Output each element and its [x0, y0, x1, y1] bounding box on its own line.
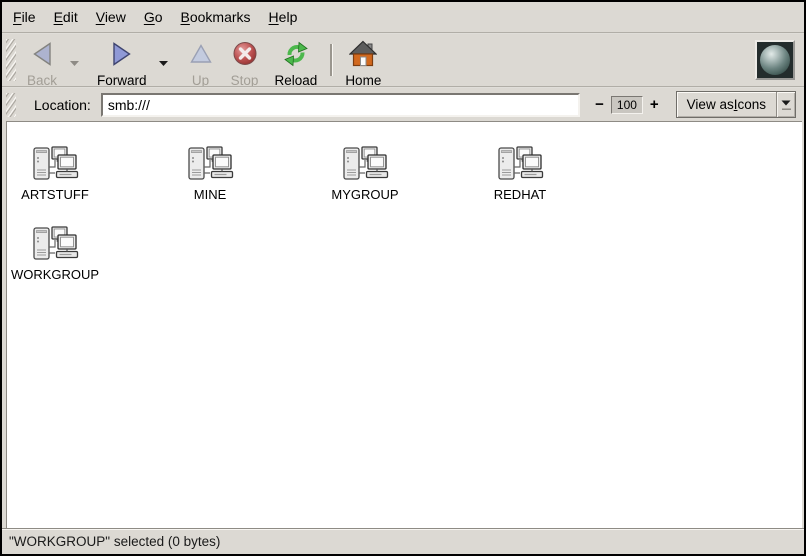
status-text: "WORKGROUP" selected (0 bytes) — [9, 534, 220, 549]
item-label: ARTSTUFF — [21, 187, 89, 202]
file-manager-window: File Edit View Go Bookmarks Help Back Fo… — [0, 0, 806, 556]
network-workgroup-icon — [31, 226, 79, 265]
globe-sphere-icon — [760, 45, 790, 75]
stop-button[interactable]: Stop — [223, 36, 267, 84]
up-arrow-icon — [187, 40, 215, 73]
network-item-redhat[interactable]: REDHAT — [472, 146, 568, 202]
menu-edit[interactable]: Edit — [45, 3, 87, 31]
item-label: MYGROUP — [331, 187, 398, 202]
menu-bar: File Edit View Go Bookmarks Help — [2, 2, 804, 32]
item-label: REDHAT — [494, 187, 546, 202]
back-button[interactable]: Back — [19, 36, 65, 84]
forward-arrow-icon — [108, 40, 136, 73]
toolbar-separator — [330, 44, 332, 76]
network-workgroup-icon — [31, 146, 79, 185]
location-label: Location: — [34, 97, 91, 113]
location-bar: Location: − 100 + View as Icons — [2, 88, 804, 121]
forward-history-dropdown[interactable] — [155, 36, 173, 84]
menu-go[interactable]: Go — [135, 3, 172, 31]
chevron-down-icon — [69, 54, 80, 72]
network-item-workgroup[interactable]: WORKGROUP — [7, 226, 103, 282]
network-item-mygroup[interactable]: MYGROUP — [317, 146, 413, 202]
item-label: MINE — [194, 187, 227, 202]
menu-help[interactable]: Help — [260, 3, 307, 31]
network-item-mine[interactable]: MINE — [162, 146, 258, 202]
network-workgroup-icon — [341, 146, 389, 185]
zoom-level-indicator[interactable]: 100 — [611, 96, 643, 114]
item-label: WORKGROUP — [11, 267, 99, 282]
home-button[interactable]: Home — [337, 36, 389, 84]
toolbar: Back Forward Up — [2, 34, 804, 86]
menu-view[interactable]: View — [87, 3, 135, 31]
zoom-out-button[interactable]: − — [590, 96, 609, 113]
status-bar: "WORKGROUP" selected (0 bytes) — [2, 528, 804, 554]
up-button[interactable]: Up — [179, 36, 223, 84]
network-workgroup-icon — [496, 146, 544, 185]
menu-file[interactable]: File — [4, 3, 45, 31]
view-as-dropdown[interactable]: View as Icons — [676, 91, 796, 118]
chevron-down-icon — [158, 54, 169, 72]
view-as-label: View as Icons — [677, 92, 776, 117]
toolbar-drag-handle[interactable] — [6, 39, 16, 81]
stop-icon — [231, 40, 259, 73]
forward-button[interactable]: Forward — [89, 36, 155, 84]
location-input[interactable] — [101, 93, 580, 117]
location-bar-drag-handle[interactable] — [6, 93, 16, 117]
zoom-in-button[interactable]: + — [645, 96, 664, 113]
back-history-dropdown[interactable] — [65, 36, 83, 84]
icon-view-pane[interactable]: ARTSTUFF MINE MYGROUP REDHAT WORKGROUP — [6, 121, 802, 528]
throbber[interactable] — [755, 40, 795, 80]
dropdown-arrow-icon — [777, 92, 795, 117]
home-icon — [349, 40, 377, 73]
network-item-artstuff[interactable]: ARTSTUFF — [7, 146, 103, 202]
menu-bookmarks[interactable]: Bookmarks — [172, 3, 260, 31]
reload-icon — [282, 40, 310, 73]
toolbar-spacer — [389, 36, 755, 84]
back-arrow-icon — [28, 40, 56, 73]
network-workgroup-icon — [186, 146, 234, 185]
reload-button[interactable]: Reload — [267, 36, 326, 84]
